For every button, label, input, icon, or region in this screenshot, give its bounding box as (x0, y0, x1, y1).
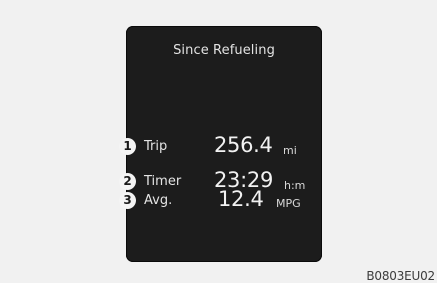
average-value: 12.4 (218, 187, 264, 211)
callout-number-1: 1 (119, 138, 136, 155)
trip-unit: mi (283, 144, 297, 157)
average-label: Avg. (144, 193, 173, 208)
trip-info-panel: Since Refueling 1 Trip 256.4 mi 2 Timer … (119, 26, 322, 262)
trip-label: Trip (144, 139, 168, 154)
trip-value: 256.4 (214, 133, 273, 157)
average-unit: MPG (276, 197, 301, 210)
panel-title: Since Refueling (173, 43, 275, 58)
callout-number-3: 3 (119, 192, 136, 209)
average-row: 3 Avg. 12.4 MPG (119, 187, 322, 215)
image-reference-code: B0803EU02 (366, 269, 435, 283)
trip-row: 1 Trip 256.4 mi (119, 133, 322, 161)
